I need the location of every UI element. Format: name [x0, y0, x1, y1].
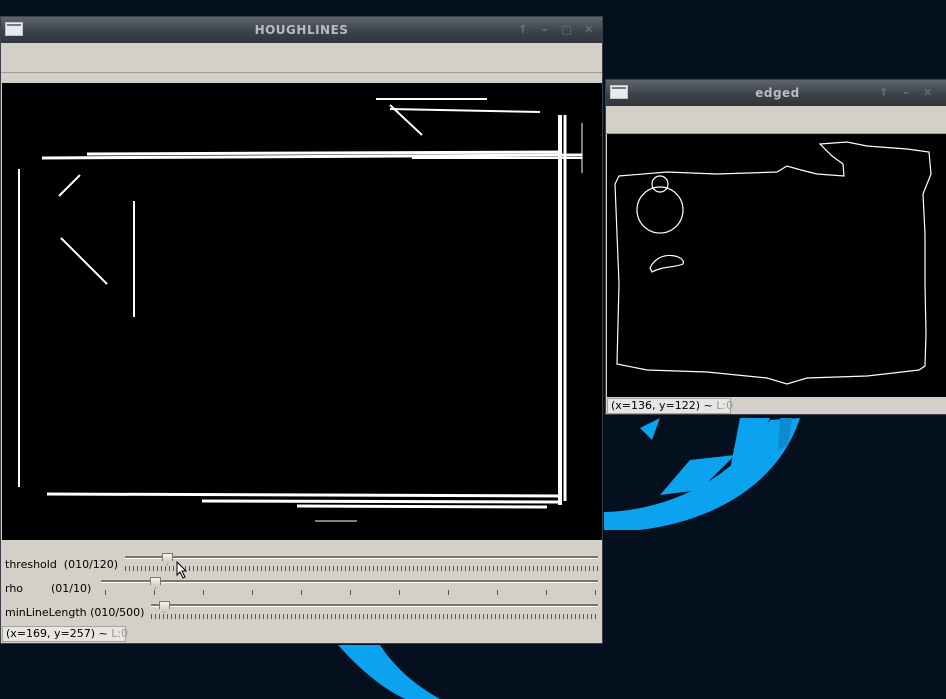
houghlines-window[interactable]: HOUGHLINES ↑ – □ ✕ threshold (010/120) r… — [0, 16, 603, 644]
edged-window[interactable]: edged ↑ – ✕ (x=136, y=122) ~ L:0 — [605, 79, 946, 415]
close-icon[interactable]: ✕ — [582, 23, 596, 37]
edge-contours — [614, 141, 932, 385]
trackbar-minlinelength-thumb[interactable] — [159, 601, 170, 613]
status-coordinates: (x=136, y=122) ~ — [611, 399, 717, 412]
pin-icon[interactable]: ↑ — [516, 23, 530, 37]
status-bar: (x=169, y=257) ~ L:0 — [2, 626, 129, 642]
maximize-icon[interactable]: □ — [560, 23, 574, 37]
trackbar-rho-thumb[interactable] — [150, 577, 161, 589]
window-title: HOUGHLINES — [254, 23, 349, 37]
trackbar-rho-track[interactable] — [101, 580, 598, 583]
mouse-cursor-icon — [176, 561, 188, 579]
close-icon[interactable]: ✕ — [921, 86, 935, 100]
pin-icon[interactable]: ↑ — [877, 86, 891, 100]
edged-image[interactable] — [607, 134, 946, 397]
trackbar-threshold-thumb[interactable] — [162, 553, 173, 565]
trackbar-minlinelength[interactable]: minLineLength (010/500) — [1, 601, 602, 625]
status-coordinates: (x=169, y=257) ~ — [6, 627, 112, 640]
trackbar-threshold[interactable]: threshold (010/120) — [1, 553, 602, 577]
trackbar-rho-label: rho (01/10) — [5, 582, 92, 595]
toolbar-area — [606, 106, 946, 134]
edged-titlebar[interactable]: edged ↑ – ✕ — [606, 80, 946, 106]
trackbar-minlinelength-track[interactable] — [151, 604, 598, 607]
trackbar-threshold-label: threshold (010/120) — [5, 558, 119, 571]
trackbar-threshold-track[interactable] — [125, 556, 598, 559]
status-bar: (x=136, y=122) ~ L:0 — [607, 398, 734, 414]
trackbar-minlinelength-label: minLineLength (010/500) — [5, 606, 145, 619]
minimize-icon[interactable]: – — [899, 86, 913, 100]
minimize-icon[interactable]: – — [538, 23, 552, 37]
trackbar-threshold-ticks — [125, 566, 598, 571]
toolbar-area — [1, 43, 602, 73]
trackbar-rho-ticks — [101, 590, 598, 595]
houghlines-image[interactable] — [2, 83, 602, 540]
trackbar-rho[interactable]: rho (01/10) — [1, 577, 602, 601]
status-mode: L:0 — [111, 627, 129, 640]
status-mode: L:0 — [716, 399, 734, 412]
detected-lines — [18, 98, 583, 522]
houghlines-titlebar[interactable]: HOUGHLINES ↑ – □ ✕ — [1, 17, 602, 43]
trackbar-minlinelength-ticks — [151, 614, 598, 619]
